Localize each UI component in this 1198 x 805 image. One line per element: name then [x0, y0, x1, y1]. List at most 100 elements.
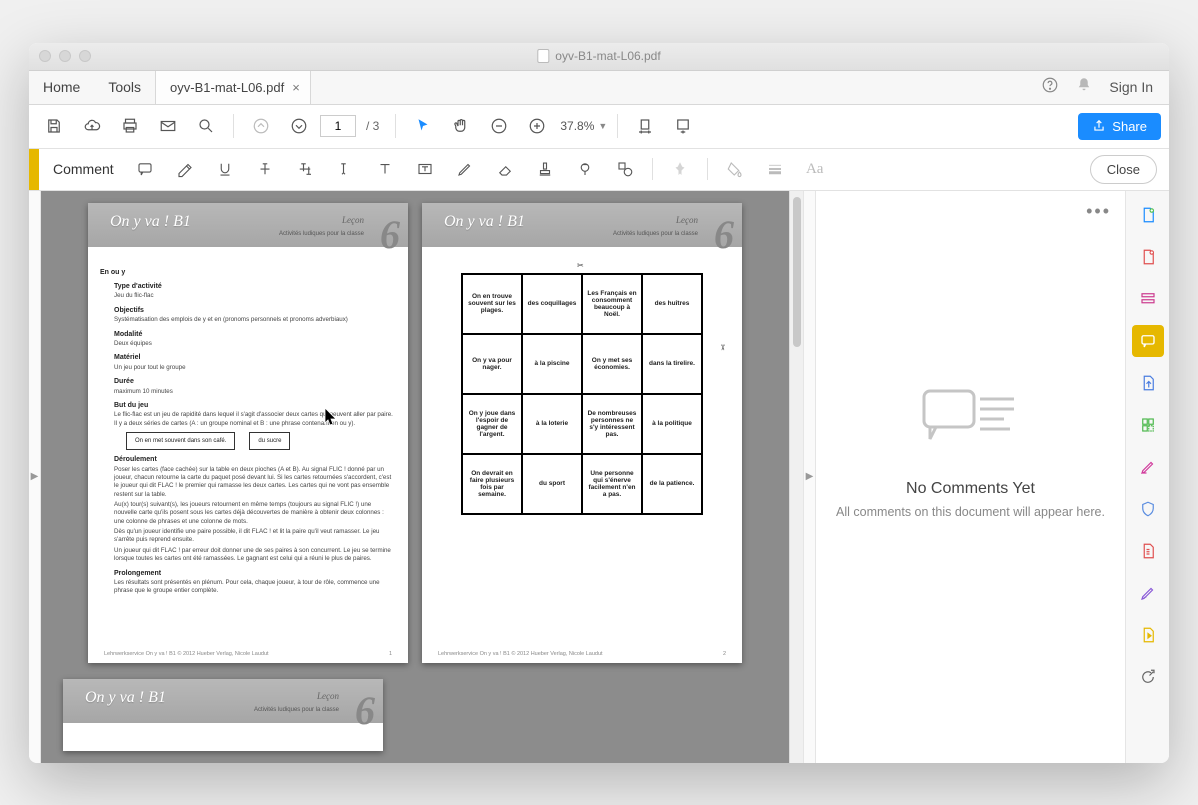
strikethrough-icon[interactable] — [248, 152, 282, 186]
card-cell: On y va pour nager. — [462, 334, 522, 394]
main-area: ▶ On y va ! B1 Leçon Activités ludiques … — [29, 191, 1169, 763]
edit-pdf-icon[interactable] — [1132, 283, 1164, 315]
right-panel-toggle[interactable]: ▶ — [803, 191, 815, 763]
tab-home[interactable]: Home — [29, 71, 94, 104]
textbox-icon[interactable] — [408, 152, 442, 186]
compress-pdf-icon[interactable] — [1132, 535, 1164, 567]
zoom-level-text: 37.8% — [560, 119, 594, 133]
email-icon[interactable] — [151, 109, 185, 143]
right-tool-rail — [1125, 191, 1169, 763]
pdf-page-2[interactable]: On y va ! B1 Leçon Activités ludiques po… — [422, 203, 742, 663]
bell-icon[interactable] — [1075, 76, 1093, 99]
fit-width-icon[interactable] — [628, 109, 662, 143]
card-cell: dans la tirelire. — [642, 334, 702, 394]
shapes-icon[interactable] — [608, 152, 642, 186]
file-icon — [537, 49, 549, 63]
pdf-page-3[interactable]: On y va ! B1 Leçon Activités ludiques po… — [63, 679, 383, 751]
hand-icon[interactable] — [444, 109, 478, 143]
share-button[interactable]: Share — [1078, 113, 1161, 140]
sign-in-button[interactable]: Sign In — [1109, 79, 1153, 95]
window-title: oyv-B1-mat-L06.pdf — [537, 49, 660, 63]
card-cell: des huîtres — [642, 274, 702, 334]
help-icon[interactable] — [1041, 76, 1059, 99]
more-tools-icon[interactable] — [1132, 661, 1164, 693]
zoom-in-icon[interactable] — [520, 109, 554, 143]
create-pdf-icon[interactable] — [1132, 199, 1164, 231]
more-options-icon[interactable]: ••• — [1086, 201, 1111, 222]
doc-subtitle: Activités ludiques pour la classe — [279, 231, 364, 237]
sticky-note-icon[interactable] — [128, 152, 162, 186]
close-window-icon[interactable] — [39, 50, 51, 62]
titlebar: oyv-B1-mat-L06.pdf — [29, 43, 1169, 71]
minimize-window-icon[interactable] — [59, 50, 71, 62]
underline-icon[interactable] — [208, 152, 242, 186]
comment-tool-icon[interactable] — [1132, 325, 1164, 357]
traffic-lights[interactable] — [39, 50, 91, 62]
redact-icon[interactable] — [1132, 451, 1164, 483]
card-cell: On devrait en faire plusieurs fois par s… — [462, 454, 522, 514]
save-icon[interactable] — [37, 109, 71, 143]
doc-title: On y va ! B1 — [110, 213, 191, 231]
protect-icon[interactable] — [1132, 493, 1164, 525]
sign-icon[interactable] — [1132, 577, 1164, 609]
close-tab-icon[interactable]: × — [292, 80, 300, 95]
card-cell: de la patience. — [642, 454, 702, 514]
cloud-upload-icon[interactable] — [75, 109, 109, 143]
organize-pdf-icon[interactable] — [1132, 409, 1164, 441]
pencil-icon[interactable] — [448, 152, 482, 186]
font-icon[interactable]: Aa — [798, 152, 832, 186]
card-cell: De nombreuses personnes ne s'y intéresse… — [582, 394, 642, 454]
print-icon[interactable] — [113, 109, 147, 143]
no-comments-sub: All comments on this document will appea… — [836, 504, 1105, 522]
combine-pdf-icon[interactable] — [1132, 241, 1164, 273]
scrollbar[interactable] — [789, 191, 803, 763]
attach-icon[interactable] — [568, 152, 602, 186]
pin-icon[interactable] — [663, 152, 697, 186]
share-label: Share — [1112, 119, 1147, 134]
card-grid: On en trouve souvent sur les plages.des … — [461, 273, 703, 515]
card-cell: à la loterie — [522, 394, 582, 454]
highlight-icon[interactable] — [168, 152, 202, 186]
stamp-icon[interactable] — [528, 152, 562, 186]
p1-heading: En ou y — [100, 268, 394, 277]
page-number-input[interactable] — [320, 115, 356, 137]
comment-toolbar: Comment Aa Close — [29, 149, 1169, 191]
window-title-text: oyv-B1-mat-L06.pdf — [555, 49, 660, 63]
chevron-down-icon: ▼ — [598, 121, 607, 131]
document-viewport[interactable]: On y va ! B1 Leçon Activités ludiques po… — [41, 191, 789, 763]
tab-document[interactable]: oyv-B1-mat-L06.pdf × — [155, 71, 311, 104]
card-cell: des coquillages — [522, 274, 582, 334]
no-comments-icon — [916, 377, 1026, 462]
find-icon[interactable] — [189, 109, 223, 143]
comment-label: Comment — [39, 161, 128, 177]
scroll-thumb[interactable] — [793, 197, 801, 347]
card-cell: Une personne qui s'énerve facilement n'e… — [582, 454, 642, 514]
doc-lecon: Leçon — [342, 215, 364, 225]
tab-tools[interactable]: Tools — [94, 71, 155, 104]
export-pdf-icon[interactable] — [1132, 367, 1164, 399]
main-toolbar: / 3 37.8% ▼ Share — [29, 105, 1169, 149]
fill-icon[interactable] — [718, 152, 752, 186]
example-box-1: On en met souvent dans son café. — [126, 432, 235, 450]
page-total: / 3 — [366, 119, 379, 133]
close-comment-button[interactable]: Close — [1090, 155, 1157, 184]
insert-text-icon[interactable] — [328, 152, 362, 186]
zoom-level[interactable]: 37.8% ▼ — [560, 119, 607, 133]
send-pdf-icon[interactable] — [1132, 619, 1164, 651]
page-up-icon[interactable] — [244, 109, 278, 143]
card-cell: On y met ses économies. — [582, 334, 642, 394]
pdf-page-1[interactable]: On y va ! B1 Leçon Activités ludiques po… — [88, 203, 408, 663]
cursor-icon[interactable] — [406, 109, 440, 143]
line-width-icon[interactable] — [758, 152, 792, 186]
left-panel-toggle[interactable]: ▶ — [29, 191, 41, 763]
zoom-out-icon[interactable] — [482, 109, 516, 143]
cut-mark-icon: ✂ — [577, 261, 584, 270]
page-down-icon[interactable] — [282, 109, 316, 143]
eraser-icon[interactable] — [488, 152, 522, 186]
accent-strip — [29, 149, 39, 190]
fit-page-icon[interactable] — [666, 109, 700, 143]
zoom-window-icon[interactable] — [79, 50, 91, 62]
card-cell: à la politique — [642, 394, 702, 454]
text-icon[interactable] — [368, 152, 402, 186]
replace-text-icon[interactable] — [288, 152, 322, 186]
